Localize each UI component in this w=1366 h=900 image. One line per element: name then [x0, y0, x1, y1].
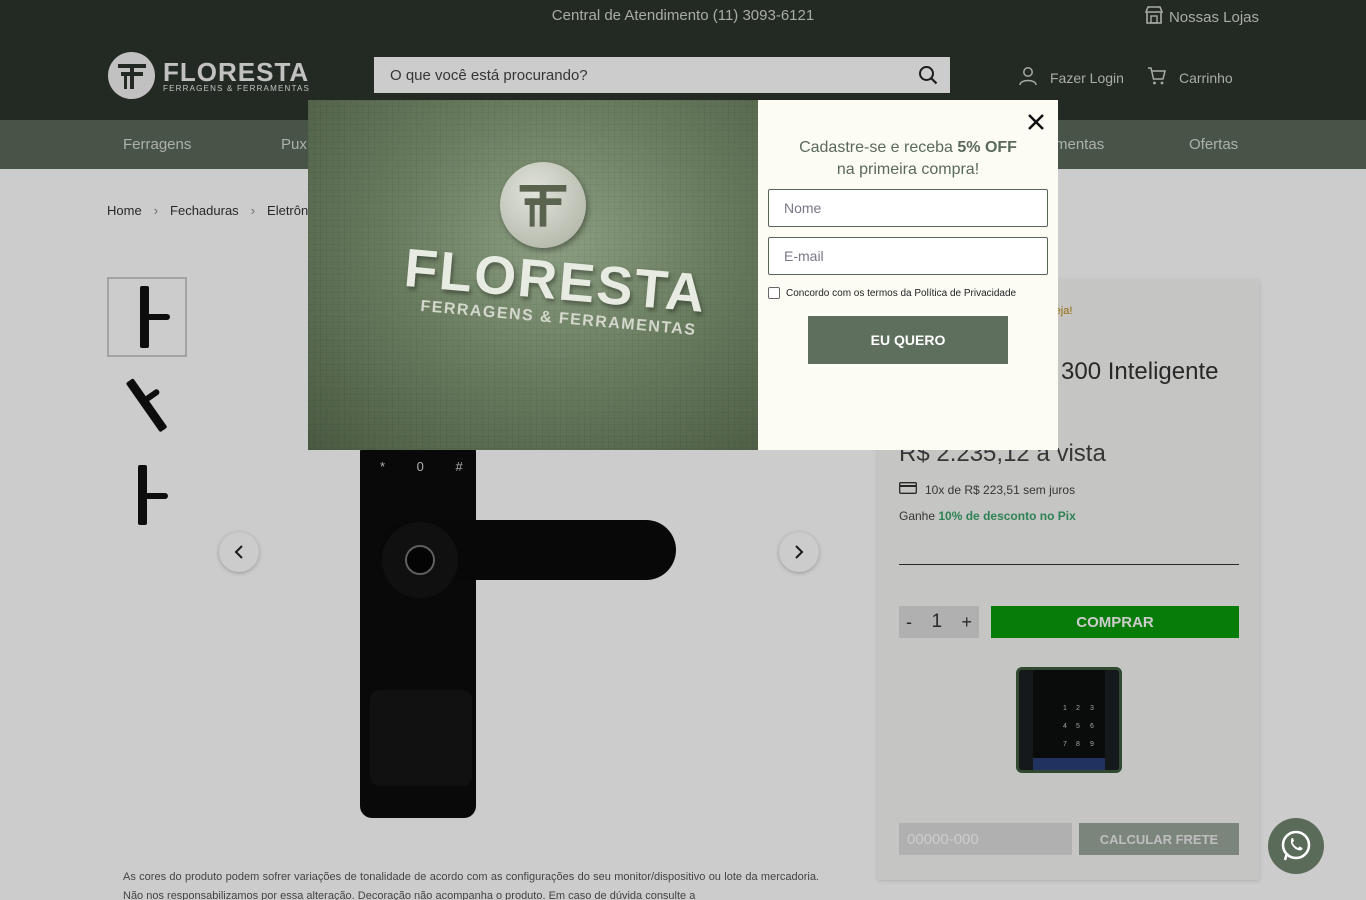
submit-button[interactable]: EU QUERO	[808, 316, 1008, 364]
modal-heading: Cadastre-se e receba 5% OFF na primeira …	[758, 137, 1058, 181]
signup-modal: FLORESTA FERRAGENS & FERRAMENTAS Cadastr…	[308, 100, 1058, 450]
close-icon[interactable]	[1026, 112, 1046, 132]
heading-line2: na primeira compra!	[836, 161, 980, 178]
modal-brand-image: FLORESTA FERRAGENS & FERRAMENTAS	[308, 100, 758, 450]
name-field[interactable]: Nome	[768, 189, 1048, 227]
brand-logo-icon	[500, 162, 586, 248]
signup-form: Cadastre-se e receba 5% OFF na primeira …	[758, 100, 1058, 450]
heading-discount: 5% OFF	[957, 139, 1017, 156]
whatsapp-icon	[1281, 830, 1311, 861]
email-field[interactable]: E-mail	[768, 237, 1048, 275]
whatsapp-button[interactable]	[1268, 818, 1324, 874]
heading-prefix: Cadastre-se e receba	[799, 139, 958, 156]
terms-checkbox[interactable]	[768, 287, 780, 299]
terms-label: Concordo com os termos da Política de Pr…	[786, 287, 1017, 299]
terms-checkbox-row[interactable]: Concordo com os termos da Política de Pr…	[768, 287, 1016, 299]
